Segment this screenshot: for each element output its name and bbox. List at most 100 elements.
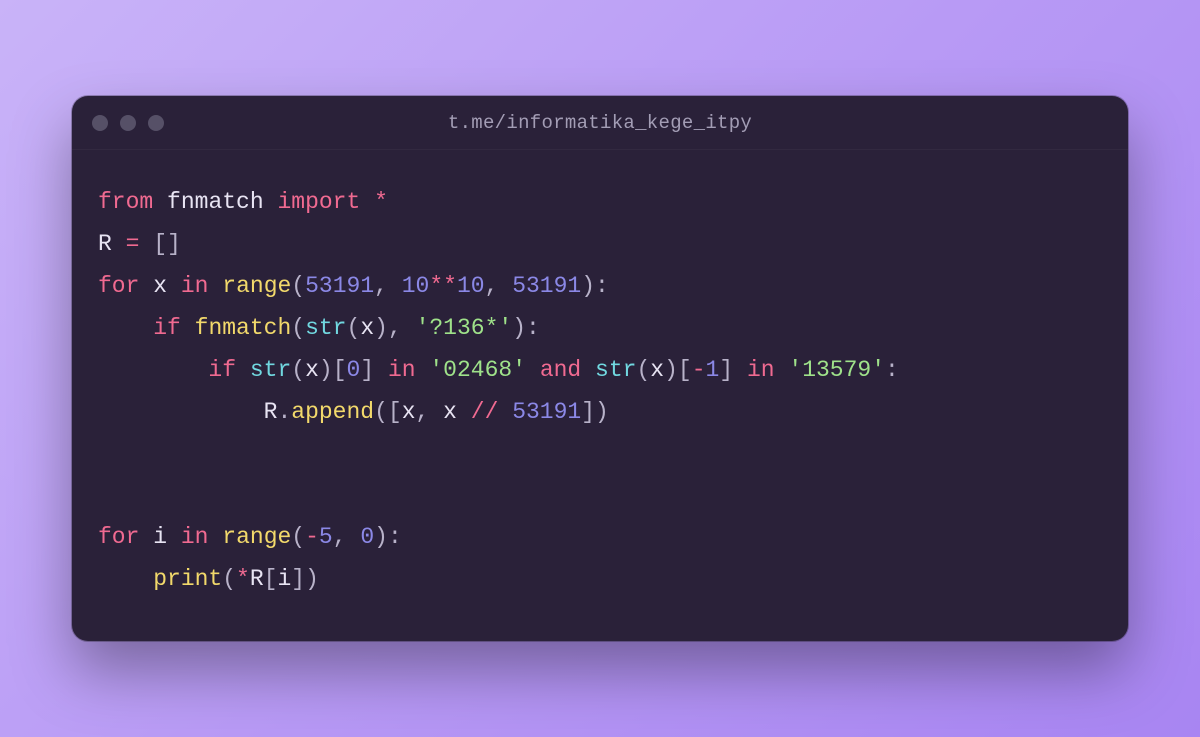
variable: x — [153, 273, 167, 299]
paren: ): — [512, 315, 540, 341]
function-call: fnmatch — [195, 315, 292, 341]
keyword-import: import — [277, 189, 360, 215]
code-line: print(*R[i]) — [98, 566, 319, 592]
traffic-lights — [92, 115, 164, 131]
comma: , — [333, 524, 347, 550]
code-line: R.append([x, x // 53191]) — [98, 399, 609, 425]
keyword-for: for — [98, 273, 139, 299]
close-icon[interactable] — [92, 115, 108, 131]
variable: x — [305, 357, 319, 383]
paren: ) — [664, 357, 678, 383]
space — [388, 273, 402, 299]
builtin-range: range — [222, 524, 291, 550]
paren: ( — [222, 566, 236, 592]
star-operator: * — [236, 566, 250, 592]
variable: x — [360, 315, 374, 341]
indent — [98, 357, 208, 383]
titlebar: t.me/informatika_kege_itpy — [72, 96, 1128, 150]
bracket: [ — [153, 231, 167, 257]
number: 5 — [319, 524, 333, 550]
assign-op: = — [126, 231, 140, 257]
code-line: for x in range(53191, 10**10, 53191): — [98, 273, 609, 299]
variable: i — [153, 524, 167, 550]
comma: , — [374, 273, 388, 299]
minimize-icon[interactable] — [120, 115, 136, 131]
window-title: t.me/informatika_kege_itpy — [72, 112, 1128, 134]
space — [347, 524, 361, 550]
builtin-str: str — [250, 357, 291, 383]
maximize-icon[interactable] — [148, 115, 164, 131]
paren: ) — [374, 315, 388, 341]
number: 1 — [706, 357, 720, 383]
keyword-from: from — [98, 189, 153, 215]
space — [498, 273, 512, 299]
colon: : — [885, 357, 899, 383]
code-block: from fnmatch import * R = [] for x in ra… — [72, 150, 1128, 641]
number: 10 — [457, 273, 485, 299]
number: 0 — [360, 524, 374, 550]
number: 53191 — [512, 273, 581, 299]
paren: ( — [291, 524, 305, 550]
keyword-for: for — [98, 524, 139, 550]
code-line: for i in range(-5, 0): — [98, 524, 402, 550]
indent — [98, 399, 264, 425]
keyword-in: in — [747, 357, 775, 383]
variable: R — [250, 566, 264, 592]
variable: R — [98, 231, 112, 257]
bracket: ] — [167, 231, 181, 257]
bracket: ] — [581, 399, 595, 425]
space — [429, 399, 443, 425]
code-line: from fnmatch import * — [98, 189, 388, 215]
paren: ): — [374, 524, 402, 550]
builtin-print: print — [153, 566, 222, 592]
variable: x — [402, 399, 416, 425]
keyword-in: in — [388, 357, 416, 383]
bracket: [ — [678, 357, 692, 383]
paren: ( — [291, 273, 305, 299]
keyword-if: if — [208, 357, 236, 383]
string: '13579' — [788, 357, 885, 383]
builtin-str: str — [595, 357, 636, 383]
paren: ) — [319, 357, 333, 383]
variable: R — [264, 399, 278, 425]
code-line: if fnmatch(str(x), '?136*'): — [98, 315, 540, 341]
comma: , — [416, 399, 430, 425]
comma: , — [485, 273, 499, 299]
minus-op: - — [692, 357, 706, 383]
paren: ( — [374, 399, 388, 425]
star-operator: * — [374, 189, 388, 215]
indent — [98, 566, 153, 592]
bracket: [ — [264, 566, 278, 592]
code-line: if str(x)[0] in '02468' and str(x)[-1] i… — [98, 357, 899, 383]
method-call: append — [291, 399, 374, 425]
bracket: [ — [333, 357, 347, 383]
paren: ) — [305, 566, 319, 592]
code-window: t.me/informatika_kege_itpy from fnmatch … — [72, 96, 1128, 641]
bracket: ] — [719, 357, 733, 383]
code-line: R = [] — [98, 231, 181, 257]
number: 10 — [402, 273, 430, 299]
keyword-and: and — [540, 357, 581, 383]
builtin-range: range — [222, 273, 291, 299]
power-op: ** — [429, 273, 457, 299]
paren: ( — [291, 315, 305, 341]
variable: x — [650, 357, 664, 383]
number: 0 — [347, 357, 361, 383]
minus-op: - — [305, 524, 319, 550]
number: 53191 — [512, 399, 581, 425]
bracket: ] — [291, 566, 305, 592]
space — [402, 315, 416, 341]
paren: ( — [291, 357, 305, 383]
floordiv-op: // — [471, 399, 499, 425]
paren: ( — [636, 357, 650, 383]
string: '02468' — [429, 357, 526, 383]
paren: ( — [347, 315, 361, 341]
builtin-str: str — [305, 315, 346, 341]
number: 53191 — [305, 273, 374, 299]
variable: x — [443, 399, 457, 425]
keyword-in: in — [181, 273, 209, 299]
comma: , — [388, 315, 402, 341]
keyword-in: in — [181, 524, 209, 550]
variable: i — [277, 566, 291, 592]
paren: ) — [595, 399, 609, 425]
